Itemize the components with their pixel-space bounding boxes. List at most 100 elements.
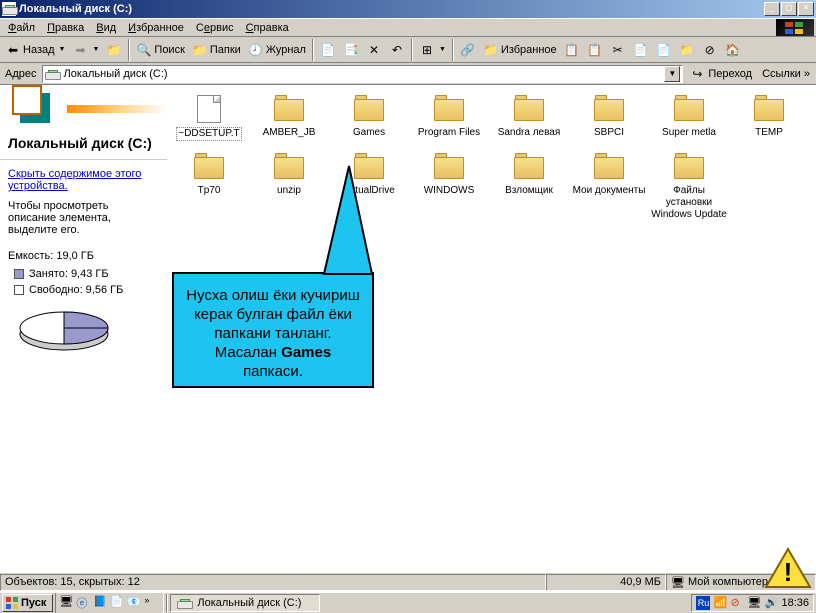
sidebar-banner — [0, 85, 167, 131]
callout-line2: Масалан Games папкаси. — [184, 343, 362, 381]
folder-label: Мои документы — [569, 185, 649, 197]
titlebar: Локальный диск (C:) _ □ × — [0, 0, 816, 18]
folder-item[interactable]: Мои документы — [569, 149, 649, 229]
folder-label: Tp70 — [169, 185, 249, 197]
file-icon — [193, 95, 225, 123]
back-button[interactable]: ⬅Назад▼ — [2, 39, 68, 61]
folder-item[interactable]: WINDOWS — [409, 149, 489, 229]
folder-item[interactable]: Sandra левая — [489, 91, 569, 149]
folder-item[interactable]: Файлы установки Windows Update — [649, 149, 729, 229]
folder-label: AMBER_JB — [249, 127, 329, 139]
address-field[interactable]: Локальный диск (C:) ▼ — [42, 65, 684, 83]
folder-label: Games — [329, 127, 409, 139]
cut-button[interactable]: ✂ — [607, 39, 629, 61]
folder-item[interactable]: Games — [329, 91, 409, 149]
folder-item[interactable]: SBPCI — [569, 91, 649, 149]
link-icon: 🔗 — [460, 42, 476, 58]
free-swatch — [14, 285, 24, 295]
folder-icon — [673, 95, 705, 123]
menu-edit[interactable]: Правка — [41, 21, 90, 35]
minimize-button[interactable]: _ — [764, 2, 780, 16]
copy-button[interactable]: 📑 — [340, 39, 362, 61]
undo-button[interactable]: ↶ — [386, 39, 408, 61]
sidebar-hide-link[interactable]: Скрыть содержимое этого устройства. — [8, 168, 159, 192]
stop-button[interactable]: ⊘ — [699, 39, 721, 61]
move-button[interactable]: 📄 — [317, 39, 339, 61]
folder-icon — [273, 95, 305, 123]
delete-button[interactable]: ✕ — [363, 39, 385, 61]
sidebar-used: Занято: 9,43 ГБ — [14, 268, 159, 280]
close-button[interactable]: × — [798, 2, 814, 16]
drive-icon — [45, 68, 61, 80]
links-button[interactable]: Ссылки » — [758, 68, 814, 80]
tray-icon[interactable]: 🔊 — [764, 596, 778, 610]
folder-icon — [673, 153, 705, 181]
tray-icon[interactable]: ⊘ — [730, 596, 744, 610]
menu-file[interactable]: Файл — [2, 21, 41, 35]
back-icon: ⬅ — [5, 42, 21, 58]
delete-icon: ✕ — [366, 42, 382, 58]
folder-item[interactable]: AMBER_JB — [249, 91, 329, 149]
menubar: Файл Правка Вид Избранное Сервис Справка — [0, 18, 816, 37]
folder-item[interactable]: Program Files — [409, 91, 489, 149]
folder-item[interactable]: TEMP — [729, 91, 809, 149]
quick-launch: 🖥 ⓔ 📘 📄 📧 » — [55, 593, 164, 613]
menu-view[interactable]: Вид — [90, 21, 122, 35]
menu-help[interactable]: Справка — [240, 21, 295, 35]
tool-icon: 📄 — [656, 42, 672, 58]
views-button[interactable]: ⊞▼ — [416, 39, 449, 61]
address-label: Адрес — [2, 68, 40, 80]
journal-button[interactable]: 🕗Журнал — [245, 39, 309, 61]
home-button[interactable]: 🏠 — [722, 39, 744, 61]
sidebar-title: Локальный диск (C:) — [0, 131, 167, 160]
ql-ie-icon[interactable]: ⓔ — [76, 595, 92, 611]
instruction-callout: Нусха олиш ёки кучириш керак булган файл… — [172, 272, 374, 388]
menu-tools[interactable]: Сервис — [190, 21, 240, 35]
tool-icon: 📁 — [679, 42, 695, 58]
folder-label: Program Files — [409, 127, 489, 139]
folder-icon — [593, 153, 625, 181]
maximize-button[interactable]: □ — [781, 2, 797, 16]
up-button[interactable]: 📁 — [103, 39, 125, 61]
go-button[interactable]: ↪Переход — [685, 64, 756, 84]
address-dropdown[interactable]: ▼ — [664, 66, 680, 82]
folder-item[interactable]: Tp70 — [169, 149, 249, 229]
ql-more-icon[interactable]: » — [144, 595, 160, 611]
search-icon: 🔍 — [136, 42, 152, 58]
folder-icon — [193, 153, 225, 181]
tb-btn-d[interactable]: 📄 — [653, 39, 675, 61]
forward-icon: ➡ — [72, 42, 88, 58]
taskbar-task[interactable]: Локальный диск (C:) — [170, 594, 320, 612]
fav-button[interactable]: 📁Избранное — [480, 39, 560, 61]
sidebar-hint: Чтобы просмотреть описание элемента, выд… — [8, 200, 159, 236]
tray-clock[interactable]: 18:36 — [781, 597, 809, 609]
start-button[interactable]: Пуск — [2, 594, 53, 612]
ql-app-icon[interactable]: 📘 — [93, 595, 109, 611]
tray-icon[interactable]: 📶 — [713, 596, 727, 610]
ql-desktop-icon[interactable]: 🖥 — [59, 595, 75, 611]
folder-icon — [753, 95, 785, 123]
tb-btn-b[interactable]: 📋 — [584, 39, 606, 61]
ql-app-icon[interactable]: 📧 — [127, 595, 143, 611]
folder-label: Взломщик — [489, 185, 569, 197]
search-button[interactable]: 🔍Поиск — [133, 39, 187, 61]
up-icon: 📁 — [106, 42, 122, 58]
tray-icon[interactable]: 🖥 — [747, 596, 761, 610]
folder-item[interactable]: ~DDSETUP.T — [169, 91, 249, 149]
tb-btn-e[interactable]: 📁 — [676, 39, 698, 61]
folder-icon — [433, 95, 465, 123]
menu-favorites[interactable]: Избранное — [122, 21, 190, 35]
link-button[interactable]: 🔗 — [457, 39, 479, 61]
folder-label: ~DDSETUP.T — [176, 127, 241, 141]
tb-btn-c[interactable]: 📄 — [630, 39, 652, 61]
folder-item[interactable]: Взломщик — [489, 149, 569, 229]
journal-icon: 🕗 — [248, 42, 264, 58]
folders-button[interactable]: 📁Папки — [189, 39, 244, 61]
tool-icon: 📋 — [564, 42, 580, 58]
forward-button[interactable]: ➡▼ — [69, 39, 102, 61]
ql-app-icon[interactable]: 📄 — [110, 595, 126, 611]
tb-btn-a[interactable]: 📋 — [561, 39, 583, 61]
lang-indicator[interactable]: Ru — [696, 596, 710, 610]
sidebar: Локальный диск (C:) Скрыть содержимое эт… — [0, 85, 167, 572]
folder-item[interactable]: Super metla — [649, 91, 729, 149]
